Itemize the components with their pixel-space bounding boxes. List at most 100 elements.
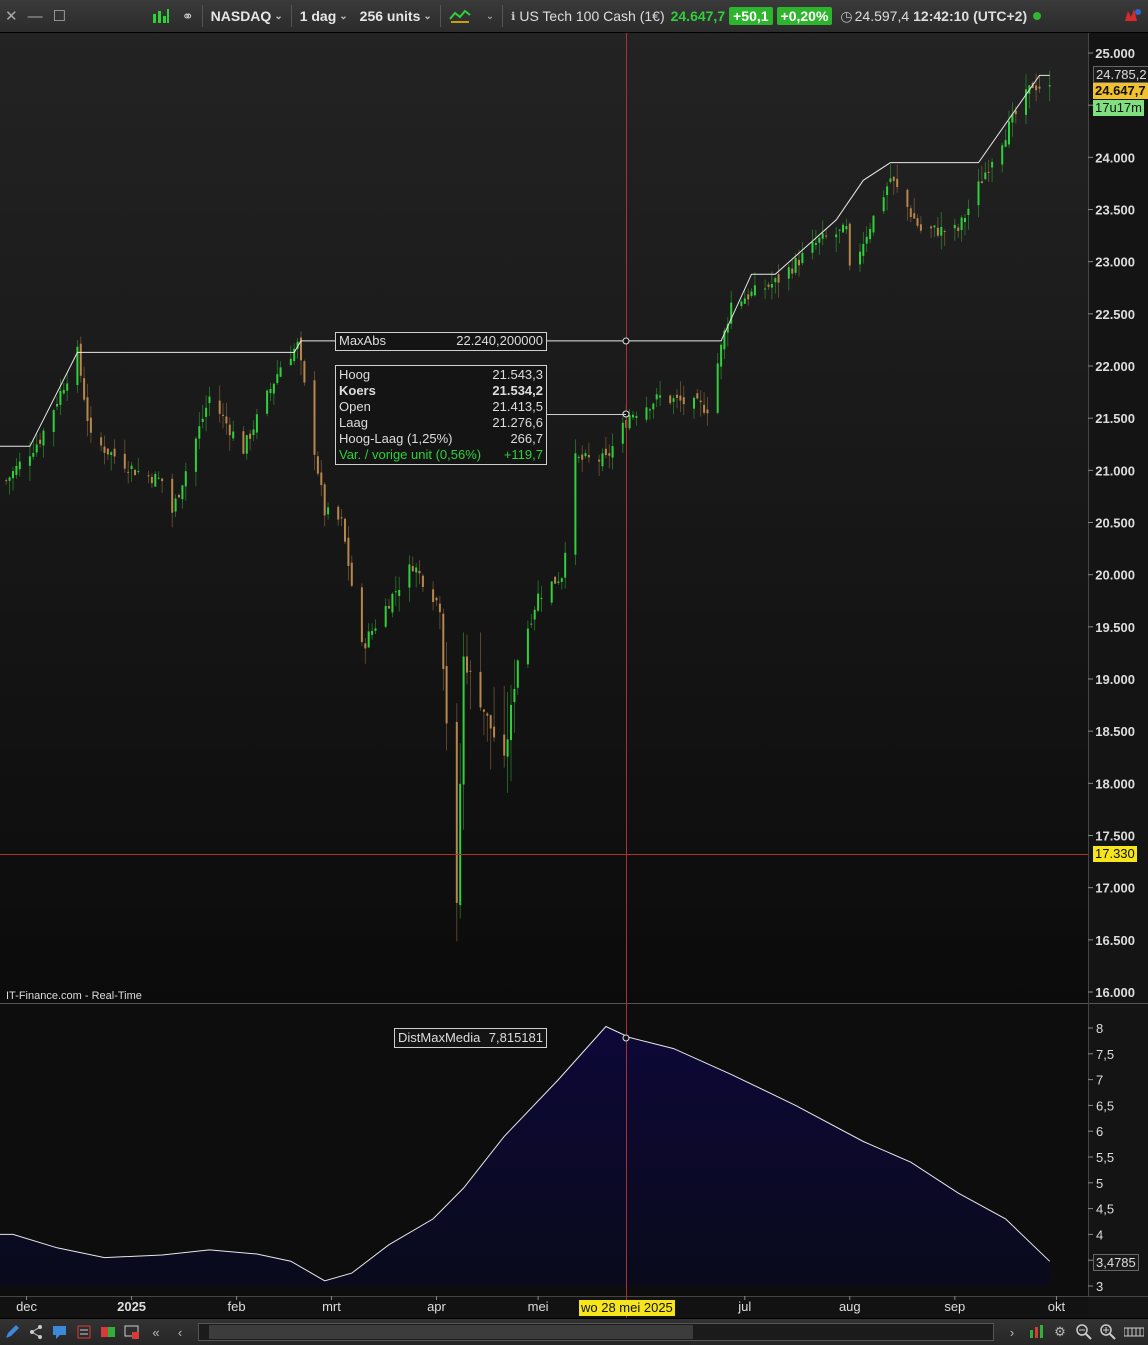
last-price: 24.647,7 [670, 8, 726, 24]
candle-body [52, 410, 55, 432]
status-dot [1033, 12, 1042, 20]
candle-body [59, 390, 62, 405]
candle-body [801, 252, 804, 264]
legend-distmaxmedia[interactable]: DistMaxMedia [3, 1005, 111, 1023]
candle-body [266, 390, 269, 414]
alert-icon[interactable] [1116, 0, 1148, 32]
legend-maxabs[interactable]: MaxAbs [119, 33, 192, 51]
candle-body [269, 389, 272, 393]
double-chevron-left-icon[interactable]: « [147, 1324, 165, 1340]
green-square-icon [19, 36, 30, 48]
more-icon[interactable] [1123, 1324, 1145, 1340]
candle-body [767, 284, 770, 287]
chart-settings-icon[interactable] [1027, 1324, 1045, 1340]
zoom-in-icon[interactable] [1099, 1324, 1117, 1340]
lines-group [0, 74, 1051, 1282]
clock-icon: ◷ [840, 7, 853, 24]
toolbar-separator [502, 5, 504, 27]
dist-tick-label: 7 [1096, 1073, 1103, 1088]
candle-body [42, 430, 45, 446]
tooltip-label: Hoog-Laag (1,25%) [339, 431, 453, 446]
market-select[interactable]: NASDAQ ⌄ [205, 0, 289, 32]
candle-body [296, 341, 299, 349]
units-select[interactable]: 256 units ⌄ [354, 0, 438, 32]
timeframe-select[interactable]: 1 dag ⌄ [294, 0, 354, 32]
candle-body [79, 343, 82, 376]
candle-body [479, 671, 482, 708]
candle-body [906, 189, 909, 207]
maxabs-tag-value: 22.240,200000 [456, 333, 543, 348]
scroll-left-icon[interactable]: ‹ [171, 1324, 189, 1340]
maxabs-color-icon [124, 36, 136, 48]
trade-icon[interactable] [99, 1324, 117, 1340]
candle-body [466, 656, 468, 673]
scrollbar-thumb[interactable] [209, 1325, 693, 1339]
legend-koers-label: Koers [55, 34, 89, 50]
order-icon[interactable] [75, 1324, 93, 1340]
gear-icon[interactable]: ⚙ [1051, 1324, 1069, 1340]
candle-body [18, 461, 21, 470]
candle-body [303, 361, 306, 383]
horizontal-scrollbar[interactable] [198, 1323, 994, 1341]
candle-body [56, 404, 58, 407]
candle-body [750, 291, 753, 296]
legend-tools[interactable] [3, 33, 33, 51]
chat-icon[interactable] [51, 1324, 69, 1340]
price-tick-label: 18.500 [1095, 724, 1135, 739]
candle-body [201, 418, 204, 422]
red-square-icon [6, 36, 17, 48]
candle-body [964, 218, 966, 222]
candle-body [455, 721, 458, 903]
bar-chart-icon[interactable] [146, 0, 176, 32]
chart-type-icon[interactable] [443, 0, 477, 32]
date-tick-label: aug [839, 1299, 861, 1314]
crosshair-date-tag: wo 28 mei 2025 [579, 1300, 675, 1316]
candle-body [960, 217, 963, 230]
candle-body [574, 453, 577, 555]
share-icon[interactable] [27, 1324, 45, 1340]
candle-body [696, 393, 699, 399]
candle-body [408, 564, 411, 588]
scroll-right-icon[interactable]: › [1003, 1324, 1021, 1340]
candle-body [977, 181, 980, 206]
pencil-icon[interactable] [3, 1324, 21, 1340]
candle-body [1025, 89, 1027, 115]
candle-body [432, 589, 435, 602]
price-tick-label: 21.500 [1095, 411, 1135, 426]
tooltip-row: Laag 21.276,6 [336, 415, 546, 431]
max-price-tag: 24.785,2 [1093, 66, 1148, 83]
price-tick-label: 22.500 [1095, 307, 1135, 322]
chart-canvas[interactable]: 25.00024.50024.00023.50023.00022.50022.0… [0, 0, 1148, 1344]
candle-body [560, 578, 563, 582]
close-icon[interactable]: ✕ [0, 7, 23, 25]
candle-body [83, 378, 86, 400]
candle-body [628, 415, 631, 429]
tooltip-value: 21.276,6 [492, 415, 543, 430]
screen-icon[interactable] [123, 1324, 141, 1340]
candle-body [218, 400, 221, 414]
maxabs-marker [622, 337, 630, 345]
legend-koers[interactable]: Koers [35, 33, 94, 51]
chart-type-dropdown[interactable]: ⌄ [477, 0, 500, 32]
candle-body [608, 453, 611, 456]
candle-body [245, 435, 248, 454]
price-tick-label: 20.500 [1095, 516, 1135, 531]
price-axis-bg [1088, 33, 1148, 1318]
candle-body [110, 452, 113, 455]
candle-body [845, 226, 848, 230]
candle-body [919, 224, 922, 231]
zoom-out-icon[interactable] [1075, 1324, 1093, 1340]
minimize-icon[interactable]: — [23, 8, 48, 25]
candle-body [1031, 82, 1034, 88]
candle-body [587, 455, 590, 458]
link-icon[interactable]: ⚭ [176, 0, 200, 32]
maximize-icon[interactable]: ☐ [48, 7, 71, 25]
candle-body [232, 431, 235, 439]
price-tick-label: 16.000 [1095, 985, 1135, 1000]
candle-body [35, 444, 38, 453]
candle-body [957, 227, 960, 231]
list-icon[interactable]: ☰ [95, 33, 118, 51]
candle-body [682, 397, 685, 405]
info-icon[interactable]: ℹ [505, 0, 517, 32]
legend-maxabs-label: MaxAbs [139, 34, 187, 50]
